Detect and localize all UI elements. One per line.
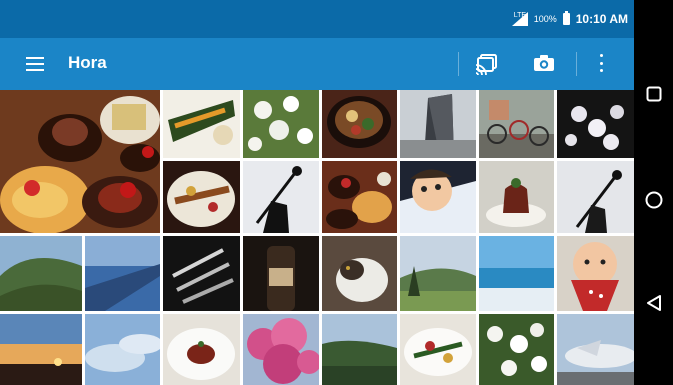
photo-tile[interactable] [243,314,319,385]
cast-icon[interactable] [474,53,498,75]
photo-tile[interactable] [400,161,476,233]
home-icon[interactable] [634,180,673,220]
photo-tile[interactable] [557,161,634,233]
photo-tile[interactable] [479,90,554,158]
signal-icon: LTE [511,12,528,26]
recent-apps-icon[interactable] [634,74,673,114]
photo-tile[interactable] [400,90,476,158]
photo-tile[interactable] [322,236,397,311]
status-bar: LTE 100% 10:10 AM [0,0,634,38]
divider [458,52,459,76]
overflow-menu-icon[interactable] [598,54,604,72]
divider [576,52,577,76]
network-type: LTE [513,12,527,19]
app-title: Hora [68,53,107,72]
battery-icon [562,11,570,25]
clock: 10:10 AM [575,12,628,26]
navigation-bar [634,0,673,385]
back-icon[interactable] [634,283,673,323]
battery-percentage: 100% [533,14,557,24]
photo-tile[interactable] [322,161,397,233]
photo-tile[interactable] [163,90,240,158]
photo-tile[interactable] [0,314,82,385]
photo-tile[interactable] [557,314,634,385]
photo-tile[interactable] [322,90,397,158]
photo-tile[interactable] [243,161,319,233]
hamburger-menu-icon[interactable] [26,57,44,71]
photo-tile[interactable] [85,314,160,385]
photo-tile[interactable] [0,90,160,233]
photo-tile[interactable] [0,236,82,311]
photo-tile[interactable] [163,314,240,385]
photo-tile[interactable] [557,236,634,311]
photo-tile[interactable] [243,90,319,158]
photo-tile[interactable] [400,314,476,385]
photo-tile[interactable] [163,161,240,233]
photo-tile[interactable] [479,236,554,311]
photo-tile[interactable] [163,236,240,311]
photo-tile[interactable] [322,314,397,385]
photo-tile[interactable] [557,90,634,158]
photo-tile[interactable] [85,236,160,311]
photo-tile[interactable] [479,314,554,385]
camera-icon[interactable] [533,54,555,72]
photo-tile[interactable] [243,236,319,311]
photo-grid [0,90,634,385]
photo-tile[interactable] [400,236,476,311]
photo-tile[interactable] [479,161,554,233]
app-bar: Hora [0,38,634,90]
gallery-screen: LTE 100% 10:10 AM Hora [0,0,634,385]
